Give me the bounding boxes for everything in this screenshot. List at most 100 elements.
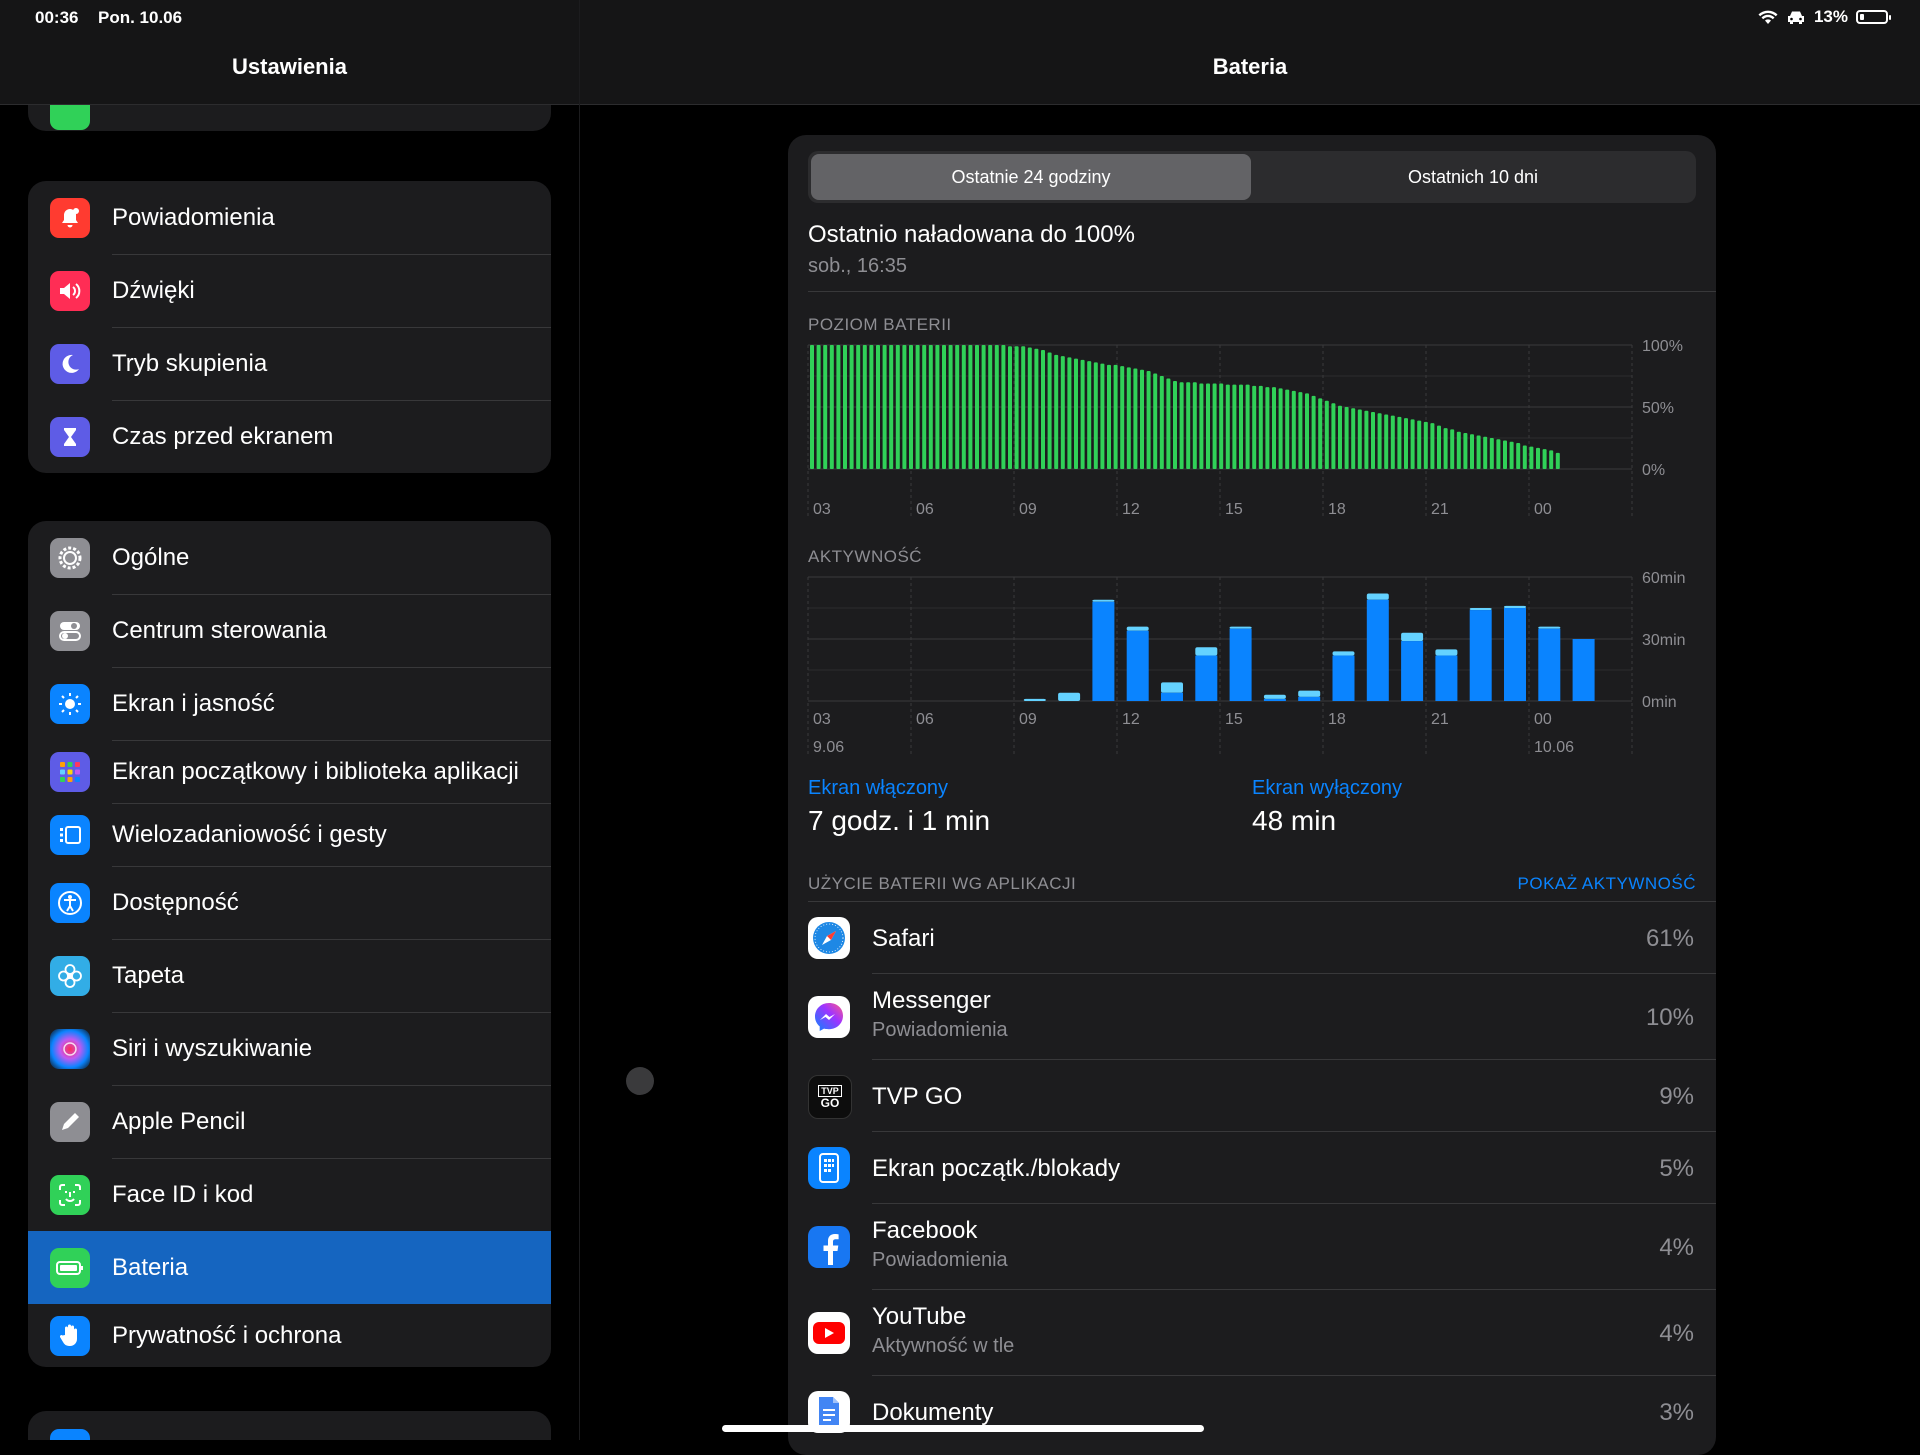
sidebar-item-label: Dostępność [112,866,551,940]
battery-level-bar [1245,384,1250,469]
screen-off-label: Ekran wyłączony [1252,777,1403,799]
sidebar-item-ogolne[interactable]: Ogólne [28,521,551,595]
activity-bar-screen-on [1092,601,1115,701]
sidebar-item-apple-pencil[interactable]: Apple Pencil [28,1085,551,1159]
app-store-icon [50,1429,90,1440]
battery-level-bar [1159,376,1164,469]
battery-level-bar [922,345,927,469]
battery-level-bar [810,345,814,469]
usage-section-title: UŻYCIE BATERII WG APLIKACJI [808,874,1077,893]
sidebar-item-dzwieki[interactable]: Dźwięki [28,254,551,328]
activity-bar-screen-off [1161,682,1183,693]
activity-bar-screen-on [1538,628,1561,701]
sidebar-item-dostepnosc[interactable]: Dostępność [28,866,551,940]
sidebar-item-label: Powiadomienia [112,181,551,255]
battery-level-bar [988,345,993,469]
segment-10d[interactable]: Ostatnich 10 dni [1253,154,1693,200]
battery-level-bar [829,345,834,469]
activity-bar-screen-off [1058,692,1081,701]
activity-bar-screen-on [1366,599,1389,701]
battery-level-bar [1285,389,1290,469]
app-percent: 4% [1659,1320,1694,1347]
app-row-safari[interactable]: Safari 61% [788,902,1716,974]
bell-icon [50,197,90,238]
status-right: 13% [1758,7,1891,27]
battery-level-bar [955,345,960,469]
x-tick-label: 12 [1122,501,1140,518]
battery-level-bar [1331,403,1336,469]
battery-level-bar [1397,416,1402,469]
x-tick-label: 21 [1431,711,1449,728]
sidebar-item-tapeta[interactable]: Tapeta [28,939,551,1013]
battery-level-bar [1483,436,1488,469]
last-charged-text: Ostatnio naładowana do 100% [808,221,1135,248]
sidebar-item-label: Siri i wyszukiwanie [112,1012,551,1086]
battery-level-bar [862,345,867,469]
battery-level-bar [1133,368,1138,469]
battery-level-bar [1179,382,1184,469]
battery-level-bar [915,345,920,469]
sidebar-item-label: Ekran początkowy i biblioteka aplikacji [112,740,551,804]
sidebar-item-wielozadaniowosc[interactable]: Wielozadaniowość i gesty [28,803,551,867]
battery-level-bar [1503,440,1507,469]
sun-icon [50,683,90,724]
sidebar-item-face-id[interactable]: Face ID i kod [28,1158,551,1232]
battery-level-bar [1087,361,1092,469]
battery-level-bar [1126,367,1131,469]
battery-level-bar [1225,384,1230,469]
battery-level-bar [1437,425,1441,469]
activity-bar-screen-off [1366,593,1389,600]
split-view-handle[interactable] [626,1067,654,1095]
battery-level-bar [1417,420,1422,469]
time-range-segmented-control: Ostatnie 24 godziny Ostatnich 10 dni [808,151,1696,203]
activity-bar-screen-on [1332,655,1355,701]
activity-chart: 60min 30min 0min 03 06 09 12 15 18 21 00 9.06 10.06 [807,570,1686,756]
battery-level-bar [823,345,828,469]
y-tick-label: 0min [1642,694,1677,711]
screen-on-value: 7 godz. i 1 min [808,805,991,836]
y-tick-label: 60min [1642,570,1686,587]
battery-level-bar [1456,431,1461,469]
status-battery-icon [1856,10,1891,24]
activity-bar-screen-off [1092,599,1115,602]
app-row-tvp-go[interactable]: TVP GO TVP GO 9% [788,1060,1716,1132]
app-row-youtube[interactable]: YouTube Aktywność w tle 4% [788,1290,1716,1376]
battery-level-bar [981,345,986,469]
tvp-go-icon: TVP GO [808,1075,852,1119]
app-row-messenger[interactable]: Messenger Powiadomienia 10% [788,974,1716,1060]
activity-bar-screen-off [1332,651,1355,656]
sidebar-item-powiadomienia[interactable]: Powiadomienia [28,181,551,255]
segment-24h[interactable]: Ostatnie 24 godziny [811,154,1251,200]
accessibility-icon [50,882,90,923]
home-lock-screen-icon [808,1147,850,1189]
battery-level-bar [1404,418,1408,469]
sidebar-item-centrum-sterowania[interactable]: Centrum sterowania [28,594,551,668]
sidebar-item-czas-przed-ekranem[interactable]: Czas przed ekranem [28,400,551,473]
battery-level-bar [948,345,953,469]
sidebar-item-prywatnosc[interactable]: Prywatność i ochrona [28,1304,551,1367]
sidebar-item-ekran-poczatkowy[interactable]: Ekran początkowy i biblioteka aplikacji [28,740,551,804]
sidebar-item-label: Face ID i kod [112,1158,551,1232]
sidebar-item-bateria[interactable]: Bateria [28,1231,551,1304]
youtube-icon [808,1312,850,1354]
app-row-home-lock[interactable]: Ekran początk./blokady 5% [788,1132,1716,1204]
battery-level-bar [882,345,887,469]
x-date-label: 10.06 [1534,739,1574,756]
x-tick-label: 15 [1225,711,1243,728]
app-row-facebook[interactable]: Facebook Powiadomienia 4% [788,1204,1716,1290]
sidebar-group-bottom-partial [28,1411,551,1440]
show-activity-link[interactable]: POKAŻ AKTYWNOŚĆ [1518,874,1696,894]
app-row-dokumenty[interactable]: Dokumenty 3% [788,1376,1716,1448]
home-indicator[interactable] [722,1425,1204,1432]
battery-level-bar [1173,380,1177,469]
pencil-icon [50,1101,90,1142]
battery-level-bar [1265,387,1270,469]
sidebar-item-ekran-i-jasnosc[interactable]: Ekran i jasność [28,667,551,741]
battery-level-bar [1252,385,1257,469]
battery-level-bar [876,345,880,469]
sidebar-item-siri[interactable]: Siri i wyszukiwanie [28,1012,551,1086]
sidebar-item-tryb-skupienia[interactable]: Tryb skupienia [28,327,551,401]
sidebar-item-label: Tryb skupienia [112,327,551,401]
battery-level-bar [1509,441,1514,469]
battery-level-bar [1489,438,1494,469]
